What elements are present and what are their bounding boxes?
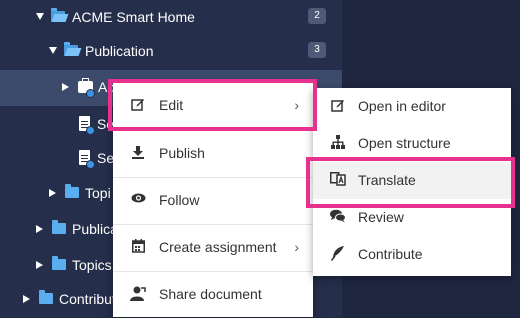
folder-icon (52, 256, 66, 270)
count-badge: 2 (308, 8, 326, 24)
tree-row-label: Se (97, 116, 115, 132)
menu-item-label: Review (358, 209, 404, 225)
menu-item-label: Edit (159, 97, 184, 113)
caret-right-icon[interactable] (36, 225, 43, 233)
eye-icon (130, 192, 146, 208)
menu-item-follow[interactable]: Follow (113, 177, 313, 225)
menu-item-label: Translate (358, 172, 416, 188)
status-dot-icon (86, 126, 95, 135)
tree-row-label: Ac (98, 79, 115, 95)
caret-right-icon[interactable] (49, 189, 56, 197)
menu-item-review[interactable]: Review (313, 199, 511, 236)
translate-icon (330, 172, 346, 188)
tree-row-publication[interactable]: Publication 3 (0, 34, 342, 70)
comments-icon (330, 209, 346, 225)
folder-icon (52, 220, 66, 234)
status-dot-icon (86, 89, 95, 98)
count-badge: 3 (308, 42, 326, 58)
edit-icon (130, 97, 146, 113)
menu-item-contribute[interactable]: Contribute (313, 236, 511, 273)
tree-row-label: Publica (72, 221, 118, 237)
calendar-icon (130, 239, 146, 255)
tree-row-label: Publication (85, 43, 154, 59)
tree-row-acme-smart-home[interactable]: ACME Smart Home 2 (0, 0, 342, 36)
context-menu: Edit › Publish Follow Create assignment … (113, 82, 313, 317)
tree-row-label: Contribut (59, 291, 116, 307)
menu-item-label: Share document (159, 286, 262, 302)
edit-submenu: Open in editor Open structure Translate … (313, 88, 511, 276)
menu-item-label: Follow (159, 192, 200, 208)
menu-item-label: Publish (159, 145, 205, 161)
share-user-icon (130, 286, 146, 302)
menu-item-create-assignment[interactable]: Create assignment › (113, 224, 313, 272)
caret-down-icon[interactable] (49, 47, 57, 54)
download-icon (130, 145, 146, 161)
menu-item-open-structure[interactable]: Open structure (313, 125, 511, 162)
chevron-right-icon: › (294, 239, 299, 255)
caret-right-icon[interactable] (62, 83, 69, 91)
feather-icon (330, 246, 346, 262)
menu-item-label: Open in editor (358, 98, 446, 114)
edit-icon (330, 98, 346, 114)
caret-down-icon[interactable] (36, 13, 44, 20)
tree-row-label: Topics (72, 257, 112, 273)
structure-icon (330, 135, 346, 151)
tree-row-label: Topi (85, 185, 111, 201)
status-dot-icon (86, 160, 95, 169)
menu-item-label: Contribute (358, 246, 423, 262)
menu-item-label: Open structure (358, 135, 451, 151)
menu-item-publish[interactable]: Publish (113, 130, 313, 178)
caret-right-icon[interactable] (36, 261, 43, 269)
menu-item-label: Create assignment (159, 239, 277, 255)
folder-open-icon (64, 42, 78, 56)
menu-item-open-in-editor[interactable]: Open in editor (313, 88, 511, 125)
caret-right-icon[interactable] (23, 295, 30, 303)
menu-item-edit[interactable]: Edit › (113, 82, 313, 130)
folder-icon (39, 290, 53, 304)
folder-icon (65, 184, 79, 198)
tree-row-label: Se (97, 150, 115, 166)
chevron-right-icon: › (294, 97, 299, 113)
menu-item-translate[interactable]: Translate (313, 162, 511, 199)
tree-row-label: ACME Smart Home (72, 9, 195, 25)
menu-item-share-document[interactable]: Share document (113, 271, 313, 318)
folder-open-icon (51, 8, 65, 22)
